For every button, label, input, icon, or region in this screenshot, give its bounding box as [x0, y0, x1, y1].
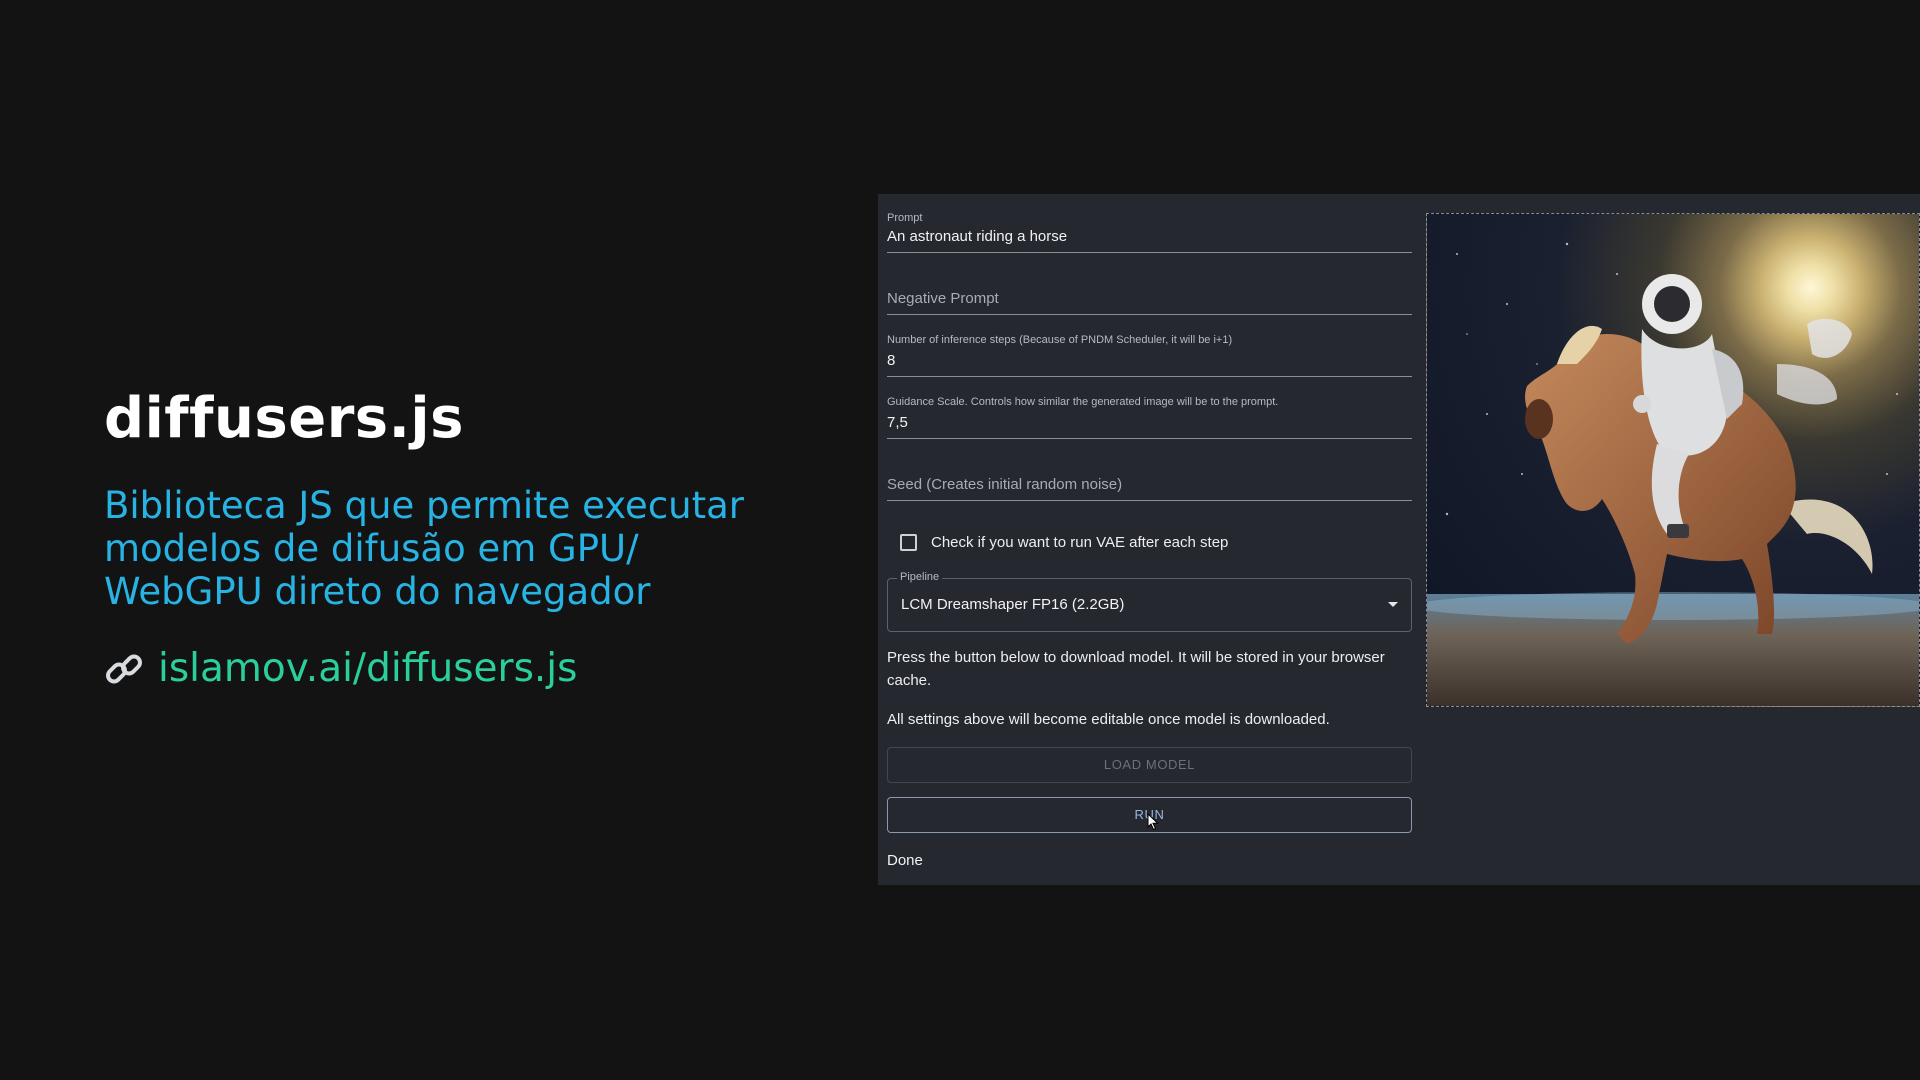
- editable-info-text: All settings above will become editable …: [887, 711, 1330, 728]
- pipeline-select[interactable]: Pipeline LCM Dreamshaper FP16 (2.2GB): [887, 571, 1412, 632]
- link-icon: [104, 649, 144, 689]
- vae-checkbox-label[interactable]: Check if you want to run VAE after each …: [931, 534, 1228, 551]
- load-model-button[interactable]: LOAD MODEL: [887, 747, 1412, 783]
- seed-field[interactable]: Seed (Creates initial random noise): [887, 454, 1412, 501]
- prompt-field[interactable]: Prompt An astronaut riding a horse: [887, 208, 1412, 253]
- pipeline-selected-value[interactable]: LCM Dreamshaper FP16 (2.2GB): [901, 596, 1124, 613]
- seed-placeholder: Seed (Creates initial random noise): [887, 476, 1123, 493]
- vae-checkbox[interactable]: [900, 534, 917, 551]
- prompt-value[interactable]: An astronaut riding a horse: [887, 228, 1067, 245]
- vae-checkbox-row[interactable]: Check if you want to run VAE after each …: [900, 534, 1228, 551]
- guidance-scale-field[interactable]: Guidance Scale. Controls how similar the…: [887, 392, 1412, 439]
- negative-prompt-placeholder: Negative Prompt: [887, 290, 999, 307]
- mouse-cursor-icon: [1147, 813, 1159, 831]
- slide-link[interactable]: islamov.ai/diffusers.js: [104, 646, 577, 691]
- guidance-scale-value[interactable]: 7,5: [887, 414, 908, 431]
- pipeline-label: Pipeline: [897, 571, 943, 583]
- status-text: Done: [887, 852, 923, 869]
- astronaut-horse-illustration: [1427, 242, 1919, 706]
- download-info-text: Press the button below to download model…: [887, 649, 1385, 689]
- slide-title: diffusers.js: [104, 386, 464, 451]
- link-text[interactable]: islamov.ai/diffusers.js: [158, 646, 577, 691]
- guidance-scale-label: Guidance Scale. Controls how similar the…: [887, 396, 1279, 408]
- run-button[interactable]: RUN: [887, 797, 1412, 833]
- inference-steps-label: Number of inference steps (Because of PN…: [887, 334, 1233, 346]
- dropdown-arrow-icon[interactable]: [1388, 602, 1398, 607]
- inference-steps-value[interactable]: 8: [887, 352, 895, 369]
- generated-image: [1426, 213, 1920, 707]
- prompt-label: Prompt: [887, 212, 923, 224]
- negative-prompt-field[interactable]: Negative Prompt: [887, 268, 1412, 315]
- slide-subtitle: Biblioteca JS que permite executar model…: [104, 484, 745, 613]
- inference-steps-field[interactable]: Number of inference steps (Because of PN…: [887, 330, 1412, 377]
